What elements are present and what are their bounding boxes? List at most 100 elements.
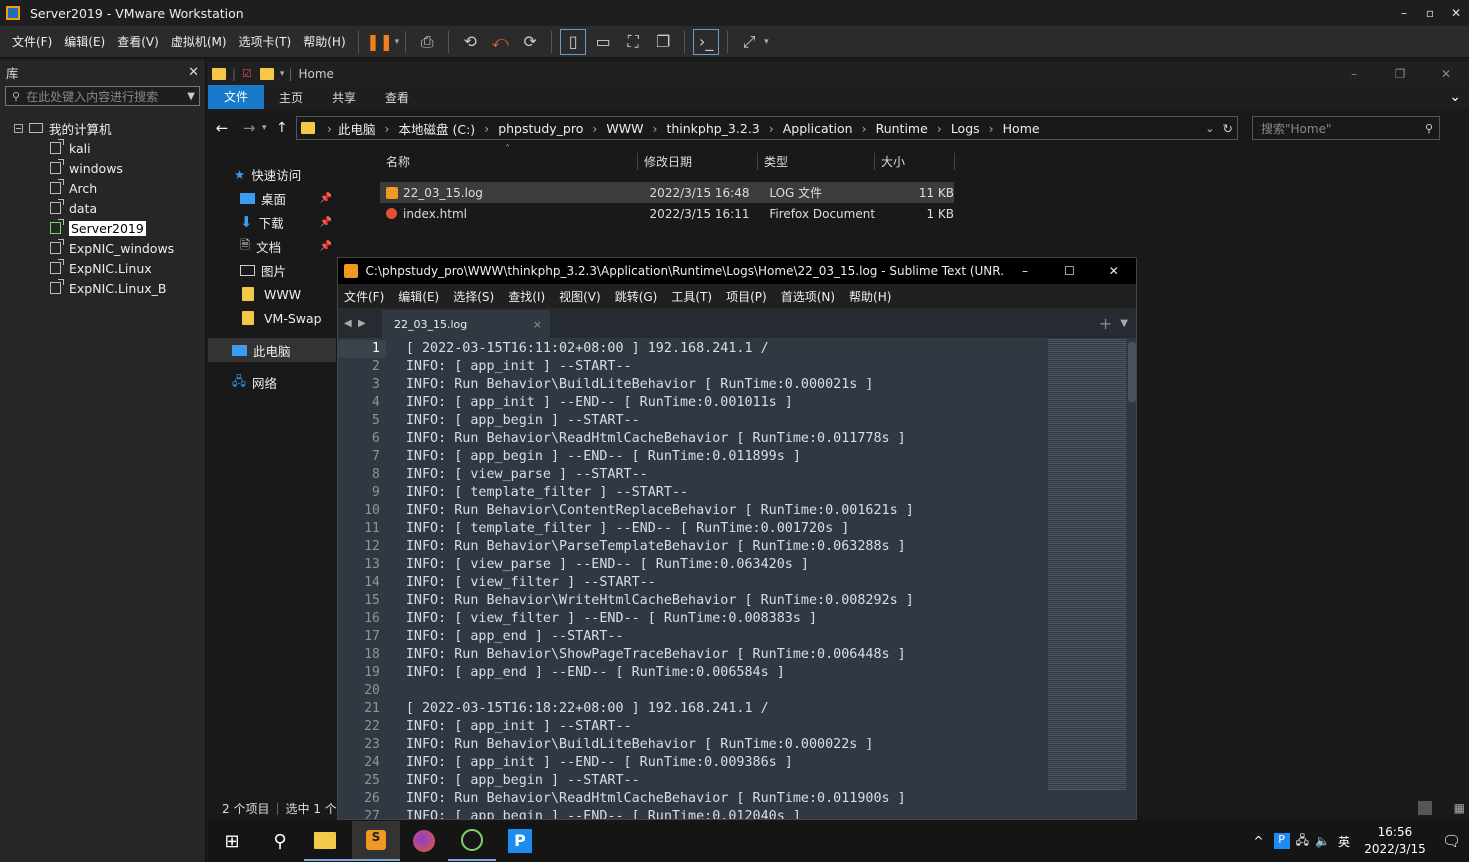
code-line[interactable]: INFO: [ template_filter ] --START-- [406, 484, 1024, 502]
explorer-close-button[interactable]: ✕ [1423, 67, 1469, 81]
address-bar[interactable]: › 此电脑 › 本地磁盘 (C:) › phpstudy_pro › WWW › thi… [296, 116, 1238, 140]
sublime-maximize-button[interactable]: ☐ [1047, 264, 1091, 278]
menu-edit[interactable]: 编辑(E) [58, 33, 111, 50]
column-size[interactable]: 大小 [875, 152, 955, 170]
maximize-button[interactable]: ▫ [1417, 6, 1443, 20]
sublime-menu-preferences[interactable]: 首选项(N) [781, 288, 835, 305]
search-icon[interactable]: ⚲ [256, 821, 304, 861]
code-line[interactable]: INFO: [ app_begin ] --END-- [ RunTime:0.… [406, 808, 1024, 819]
code-line[interactable]: INFO: [ app_begin ] --START-- [406, 412, 1024, 430]
pin-icon[interactable]: 📌 [320, 217, 332, 228]
sublime-menu-tools[interactable]: 工具(T) [671, 288, 712, 305]
tree-item-expnic-linux[interactable]: ExpNIC.Linux [50, 258, 205, 278]
sublime-menu-goto[interactable]: 跳转(G) [615, 288, 658, 305]
code-line[interactable]: [ 2022-03-15T16:18:22+08:00 ] 192.168.24… [406, 700, 1024, 718]
code-line[interactable]: INFO: [ app_init ] --START-- [406, 358, 1024, 376]
sublime-menu-help[interactable]: 帮助(H) [849, 288, 891, 305]
file-row-html[interactable]: index.html 2022/3/15 16:11 Firefox Docum… [380, 203, 954, 224]
volume-icon[interactable]: 🔈 [1315, 834, 1330, 848]
pause-icon[interactable]: ❚❚ [366, 29, 393, 55]
nav-www[interactable]: WWW [208, 282, 336, 306]
breadcrumb-c-drive[interactable]: 本地磁盘 (C:) [399, 119, 476, 138]
tab-list-icon[interactable]: ▼ [1120, 318, 1128, 329]
thumbnail-bar-icon[interactable]: ▭ [590, 29, 616, 55]
code-line[interactable]: INFO: [ app_init ] --START-- [406, 718, 1024, 736]
explorer-maximize-button[interactable]: ❐ [1377, 67, 1423, 81]
code-line[interactable]: INFO: [ app_init ] --END-- [ RunTime:0.0… [406, 394, 1024, 412]
breadcrumb-this-pc[interactable]: 此电脑 [338, 119, 376, 138]
code-line[interactable] [406, 682, 1024, 700]
details-view-icon[interactable] [1417, 801, 1432, 815]
fullscreen-icon[interactable]: ⛶ [620, 29, 646, 55]
forward-button[interactable]: → [236, 119, 262, 137]
stretch-dropdown-icon[interactable]: ▾ [764, 37, 769, 47]
code-line[interactable]: INFO: Run Behavior\ShowPageTraceBehavior… [406, 646, 1024, 664]
nav-desktop[interactable]: 桌面 📌 [208, 186, 336, 210]
menu-view[interactable]: 查看(V) [111, 33, 165, 50]
explorer-taskbar-icon[interactable] [304, 821, 352, 861]
menu-file[interactable]: 文件(F) [6, 33, 58, 50]
chevron-down-icon[interactable]: ▼ [187, 91, 195, 102]
revert-snapshot-icon[interactable]: ⤺ [487, 29, 513, 55]
code-area[interactable]: [ 2022-03-15T16:11:02+08:00 ] 192.168.24… [386, 338, 1024, 819]
tree-item-arch[interactable]: Arch [50, 178, 205, 198]
library-close-icon[interactable]: ✕ [188, 65, 199, 80]
ime-indicator[interactable]: 英 [1338, 833, 1350, 850]
back-button[interactable]: ← [208, 119, 236, 137]
tab-scroll-left-icon[interactable]: ◀ [344, 318, 358, 329]
tiles-view-icon[interactable]: ▦ [1454, 801, 1465, 815]
minimize-button[interactable]: – [1391, 6, 1417, 20]
tree-item-windows[interactable]: windows [50, 158, 205, 178]
nav-vm-swap[interactable]: VM-Swap [208, 306, 336, 330]
menu-vm[interactable]: 虚拟机(M) [165, 33, 233, 50]
code-line[interactable]: INFO: [ app_end ] --END-- [ RunTime:0.00… [406, 664, 1024, 682]
tab-log-file[interactable]: 22_03_15.log × [382, 310, 550, 338]
minimap[interactable] [1048, 338, 1127, 790]
notification-icon[interactable]: 🗨 [1442, 832, 1461, 850]
library-search-input[interactable]: 在此处键入内容进行搜索 [26, 88, 187, 105]
code-line[interactable]: INFO: [ app_begin ] --START-- [406, 772, 1024, 790]
code-line[interactable]: INFO: [ app_init ] --END-- [ RunTime:0.0… [406, 754, 1024, 772]
nav-this-pc[interactable]: 此电脑 [208, 338, 336, 362]
code-line[interactable]: [ 2022-03-15T16:11:02+08:00 ] 192.168.24… [406, 340, 1024, 358]
code-line[interactable]: INFO: Run Behavior\BuildLiteBehavior [ R… [406, 376, 1024, 394]
new-tab-icon[interactable]: + [1099, 314, 1112, 333]
sublime-close-button[interactable]: ✕ [1092, 264, 1136, 278]
nav-pictures[interactable]: 图片 [208, 258, 336, 282]
sublime-menu-project[interactable]: 项目(P) [726, 288, 767, 305]
tree-item-expnic-linux-b[interactable]: ExpNIC.Linux_B [50, 278, 205, 298]
new-folder-icon[interactable] [259, 67, 274, 80]
show-library-icon[interactable]: ▯ [560, 28, 587, 55]
code-line[interactable]: INFO: [ view_parse ] --END-- [ RunTime:0… [406, 556, 1024, 574]
breadcrumb-phpstudy[interactable]: phpstudy_pro [498, 121, 583, 136]
ribbon-tab-share[interactable]: 共享 [318, 89, 370, 106]
breadcrumb-application[interactable]: Application [783, 121, 853, 136]
nav-network[interactable]: 🖧 网络 [208, 370, 336, 394]
nav-downloads[interactable]: ⬇ 下载 📌 [208, 210, 336, 234]
up-button[interactable]: ↑ [276, 120, 296, 136]
address-dropdown-icon[interactable]: ⌄ [1205, 122, 1214, 135]
sublime-menu-file[interactable]: 文件(F) [344, 288, 384, 305]
send-keys-icon[interactable]: ⎙ [414, 29, 440, 55]
tab-close-icon[interactable]: × [533, 318, 542, 331]
console-icon[interactable]: ›_ [693, 28, 720, 55]
code-line[interactable]: INFO: [ app_end ] --START-- [406, 628, 1024, 646]
code-line[interactable]: INFO: Run Behavior\ReadHtmlCacheBehavior… [406, 430, 1024, 448]
code-line[interactable]: INFO: [ template_filter ] --END-- [ RunT… [406, 520, 1024, 538]
sublime-menu-edit[interactable]: 编辑(E) [398, 288, 439, 305]
file-row-log[interactable]: 22_03_15.log 2022/3/15 16:48 LOG 文件 11 K… [380, 182, 954, 203]
expand-ribbon-icon[interactable]: ⌄ [1449, 89, 1461, 105]
sublime-menu-selection[interactable]: 选择(S) [453, 288, 494, 305]
tree-item-expnic-windows[interactable]: ExpNIC_windows [50, 238, 205, 258]
tree-item-server2019[interactable]: Server2019 [50, 218, 205, 238]
tree-item-kali[interactable]: kali [50, 138, 205, 158]
code-line[interactable]: INFO: [ view_parse ] --START-- [406, 466, 1024, 484]
dropdown-icon[interactable]: ▾ [395, 37, 400, 47]
code-line[interactable]: INFO: [ view_filter ] --START-- [406, 574, 1024, 592]
stretch-icon[interactable]: ⤢ [736, 29, 762, 55]
ribbon-tab-file[interactable]: 文件 [208, 85, 264, 109]
properties-icon[interactable]: ☑ [242, 67, 252, 80]
start-button[interactable]: ⊞ [208, 821, 256, 861]
qat-dropdown-icon[interactable]: ▾ [280, 69, 285, 79]
code-line[interactable]: INFO: [ view_filter ] --END-- [ RunTime:… [406, 610, 1024, 628]
